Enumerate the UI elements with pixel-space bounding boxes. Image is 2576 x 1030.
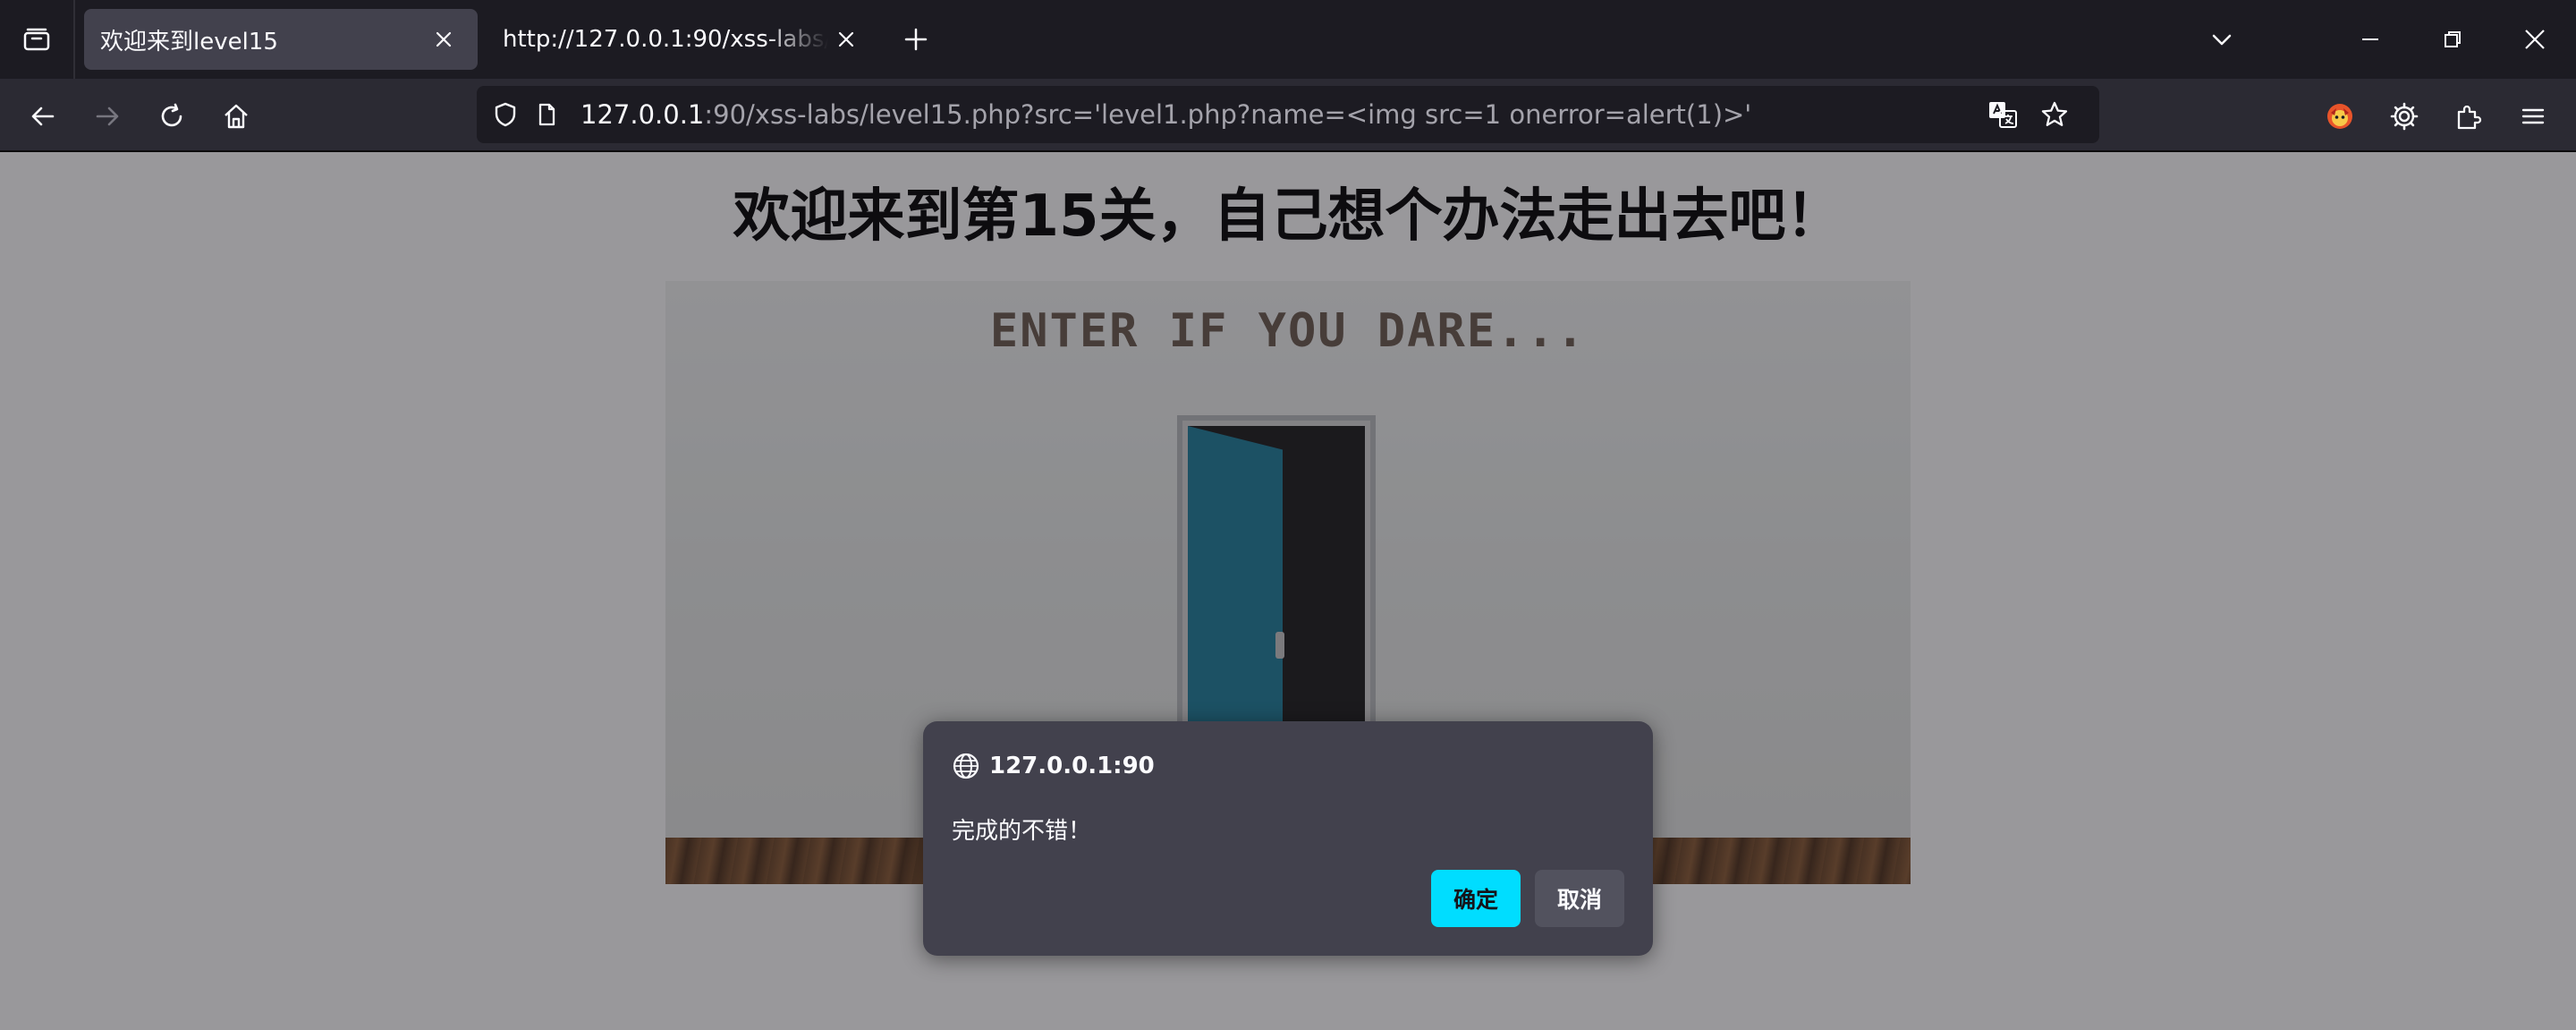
- cancel-button[interactable]: 取消: [1535, 870, 1624, 927]
- minimize-button[interactable]: [2343, 13, 2397, 66]
- settings-button[interactable]: [2379, 91, 2429, 141]
- translate-button[interactable]: [1985, 97, 2021, 132]
- home-icon: [225, 104, 248, 129]
- page-icon: [538, 103, 555, 126]
- url-path: :90/xss-labs/level15.php?src='level1.php…: [704, 99, 1752, 130]
- close-icon: [2525, 30, 2545, 49]
- bookmark-button[interactable]: [2037, 97, 2072, 132]
- forward-arrow-icon: [96, 106, 119, 126]
- tab-title: http://127.0.0.1:90/xss-labs/level15.php…: [503, 26, 828, 53]
- list-all-tabs-icon: [23, 28, 50, 51]
- back-button[interactable]: [18, 91, 68, 141]
- fox-icon: [2327, 104, 2352, 129]
- close-icon: [436, 31, 452, 47]
- translate-icon: [1989, 102, 2017, 128]
- gear-icon: [2390, 102, 2419, 131]
- ok-button[interactable]: 确定: [1431, 870, 1521, 927]
- forward-button[interactable]: [82, 91, 132, 141]
- tab-title: 欢迎来到level15: [100, 28, 278, 55]
- url-bar[interactable]: 127.0.0.1:90/xss-labs/level15.php?src='l…: [477, 86, 2099, 143]
- dialog-message: 完成的不错！: [952, 818, 1092, 845]
- page-info-button[interactable]: [529, 97, 564, 132]
- dialog-origin: 127.0.0.1:90: [989, 753, 1155, 779]
- url-text[interactable]: 127.0.0.1:90/xss-labs/level15.php?src='l…: [580, 99, 2099, 130]
- tab-close-button[interactable]: [426, 21, 462, 57]
- shield-icon: [495, 102, 516, 127]
- close-window-button[interactable]: [2508, 13, 2562, 66]
- new-tab-button[interactable]: [894, 18, 937, 61]
- star-icon: [2041, 101, 2068, 126]
- reload-icon: [161, 103, 182, 127]
- home-button[interactable]: [211, 91, 261, 141]
- tracking-protection-button[interactable]: [487, 97, 523, 132]
- tab-strip: 欢迎来到level15 http://127.0.0.1:90/xss-labs…: [0, 0, 2576, 79]
- back-arrow-icon: [31, 106, 55, 126]
- reload-button[interactable]: [147, 91, 197, 141]
- extensions-button[interactable]: [2444, 91, 2494, 141]
- url-host: 127.0.0.1: [580, 99, 705, 130]
- hamburger-menu-icon: [2521, 108, 2545, 124]
- chevron-down-icon: [2212, 34, 2232, 46]
- account-button[interactable]: [2315, 91, 2365, 141]
- puzzle-icon: [2457, 105, 2482, 130]
- restore-icon: [2445, 31, 2461, 47]
- tab-list-dropdown-button[interactable]: [2195, 13, 2249, 66]
- plus-icon: [904, 28, 928, 51]
- list-all-tabs-button[interactable]: [0, 0, 75, 79]
- tab-level15[interactable]: 欢迎来到level15: [84, 9, 478, 70]
- app-menu-button[interactable]: [2508, 91, 2558, 141]
- tab-url[interactable]: http://127.0.0.1:90/xss-labs/level15.php…: [487, 9, 880, 70]
- alert-dialog: 127.0.0.1:90 完成的不错！ 确定 取消: [923, 721, 1653, 956]
- tab-close-button[interactable]: [828, 21, 864, 57]
- dialog-header: 127.0.0.1:90: [952, 752, 1155, 780]
- minimize-icon: [2362, 38, 2378, 40]
- globe-icon: [953, 753, 979, 779]
- close-icon: [838, 31, 854, 47]
- restore-button[interactable]: [2426, 13, 2479, 66]
- navigation-toolbar: 127.0.0.1:90/xss-labs/level15.php?src='l…: [0, 79, 2576, 152]
